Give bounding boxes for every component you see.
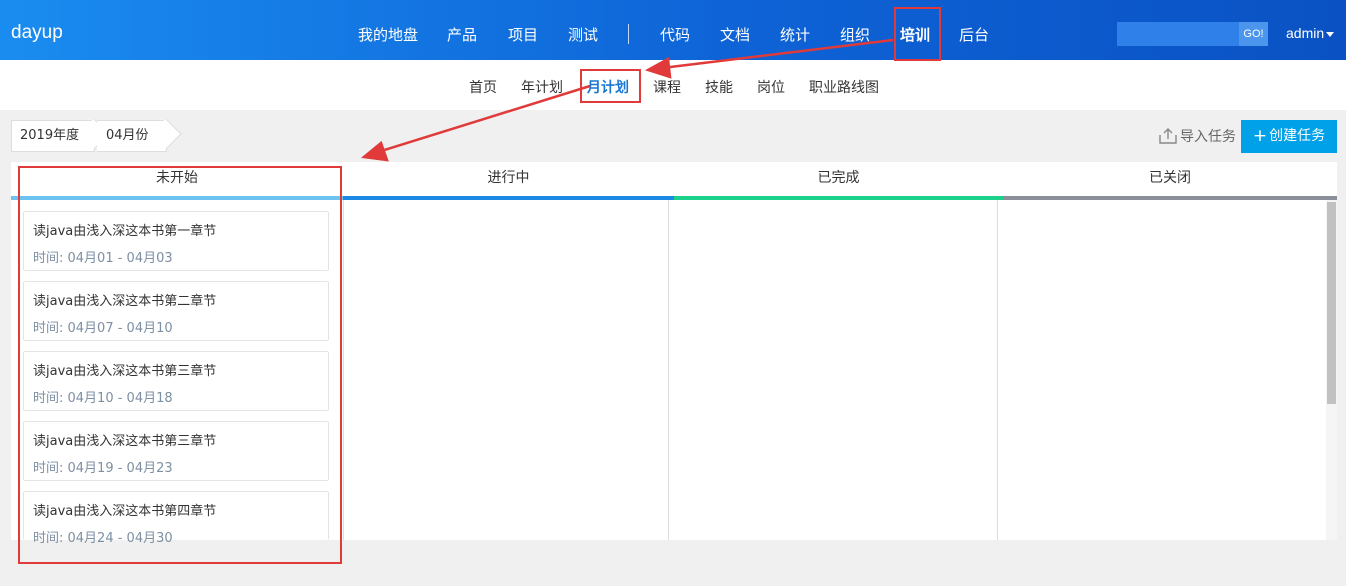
column-title: 进行中 <box>487 170 530 186</box>
nav-item-docs[interactable]: 文档 <box>720 24 750 45</box>
column-status-bar <box>1003 196 1337 200</box>
arrow-head <box>360 140 389 162</box>
column-status-bar <box>343 196 674 200</box>
year-select-label: 2019年度 <box>20 128 80 143</box>
search-go-button[interactable]: GO! <box>1239 22 1268 46</box>
task-card[interactable]: 读java由浅入深这本书第三章节 时间: 04月19 - 04月23 <box>23 421 329 481</box>
column-title: 已关闭 <box>1149 170 1191 186</box>
column-header-closed: 已关闭 <box>1003 162 1337 200</box>
subnav-item-career-map[interactable]: 职业路线图 <box>809 77 879 97</box>
column-header-not-started: 未开始 <box>11 162 343 200</box>
subnav-item-courses[interactable]: 课程 <box>653 77 681 97</box>
task-time: 时间: 04月01 - 04月03 <box>33 251 173 266</box>
task-time: 时间: 04月07 - 04月10 <box>33 321 173 336</box>
brand-logo[interactable]: dayup <box>11 22 63 44</box>
task-title: 读java由浅入深这本书第二章节 <box>33 294 217 309</box>
task-card[interactable]: 读java由浅入深这本书第一章节 时间: 04月01 - 04月03 <box>23 211 329 271</box>
task-title: 读java由浅入深这本书第三章节 <box>33 434 217 449</box>
task-time: 时间: 04月10 - 04月18 <box>33 391 173 406</box>
subnav-item-skills[interactable]: 技能 <box>705 77 733 97</box>
column-header-done: 已完成 <box>674 162 1003 200</box>
sub-navbar: 首页 年计划 月计划 课程 技能 岗位 职业路线图 <box>0 60 1346 110</box>
top-navbar: dayup 我的地盘 产品 项目 测试 代码 文档 统计 组织 培训 后台 GO… <box>0 0 1346 60</box>
task-title: 读java由浅入深这本书第四章节 <box>33 504 217 519</box>
column-status-bar <box>11 196 343 200</box>
subnav-item-positions[interactable]: 岗位 <box>757 77 785 97</box>
plus-icon: + <box>1252 126 1268 146</box>
task-title: 读java由浅入深这本书第一章节 <box>33 224 217 239</box>
nav-item-code[interactable]: 代码 <box>660 24 690 45</box>
task-time: 时间: 04月19 - 04月23 <box>33 461 173 476</box>
nav-item-test[interactable]: 测试 <box>568 24 598 45</box>
column-status-bar <box>674 196 1003 200</box>
kanban-board: 未开始 进行中 已完成 已关闭 读java由浅入深这本书第一章节 时间: 04月… <box>11 162 1337 546</box>
column-title: 未开始 <box>156 170 198 186</box>
column-divider <box>668 200 669 540</box>
import-tasks-label: 导入任务 <box>1180 129 1236 145</box>
chevron-down-icon <box>1326 31 1335 37</box>
user-name: admin <box>1286 25 1325 41</box>
task-title: 读java由浅入深这本书第三章节 <box>33 364 217 379</box>
nav-item-training[interactable]: 培训 <box>900 24 930 45</box>
nav-item-admin[interactable]: 后台 <box>959 24 989 45</box>
column-divider <box>343 200 344 540</box>
nav-divider <box>628 24 629 44</box>
nav-item-project[interactable]: 项目 <box>508 24 538 45</box>
nav-item-product[interactable]: 产品 <box>447 24 477 45</box>
task-time: 时间: 04月24 - 04月30 <box>33 531 173 546</box>
nav-item-my-space[interactable]: 我的地盘 <box>358 24 418 45</box>
subnav-item-month-plan[interactable]: 月计划 <box>587 77 629 97</box>
create-task-button[interactable]: + 创建任务 <box>1241 120 1337 153</box>
nav-item-stats[interactable]: 统计 <box>780 24 810 45</box>
scrollbar-thumb[interactable] <box>1327 202 1336 404</box>
subnav-item-year-plan[interactable]: 年计划 <box>521 77 563 97</box>
column-title: 已完成 <box>817 170 860 186</box>
nav-item-org[interactable]: 组织 <box>840 24 870 45</box>
upload-icon <box>1159 128 1177 144</box>
task-card[interactable]: 读java由浅入深这本书第三章节 时间: 04月10 - 04月18 <box>23 351 329 411</box>
column-divider <box>997 200 998 540</box>
task-card[interactable]: 读java由浅入深这本书第二章节 时间: 04月07 - 04月10 <box>23 281 329 341</box>
column-header-in-progress: 进行中 <box>343 162 674 200</box>
search-input[interactable] <box>1117 22 1239 46</box>
user-menu[interactable]: admin <box>1286 25 1335 41</box>
import-tasks-button[interactable]: 导入任务 <box>1159 126 1236 146</box>
month-select-label: 04月份 <box>106 128 149 143</box>
task-card[interactable]: 读java由浅入深这本书第四章节 时间: 04月24 - 04月30 <box>23 491 329 546</box>
subnav-item-home[interactable]: 首页 <box>469 77 497 97</box>
create-task-label: 创建任务 <box>1269 128 1326 144</box>
